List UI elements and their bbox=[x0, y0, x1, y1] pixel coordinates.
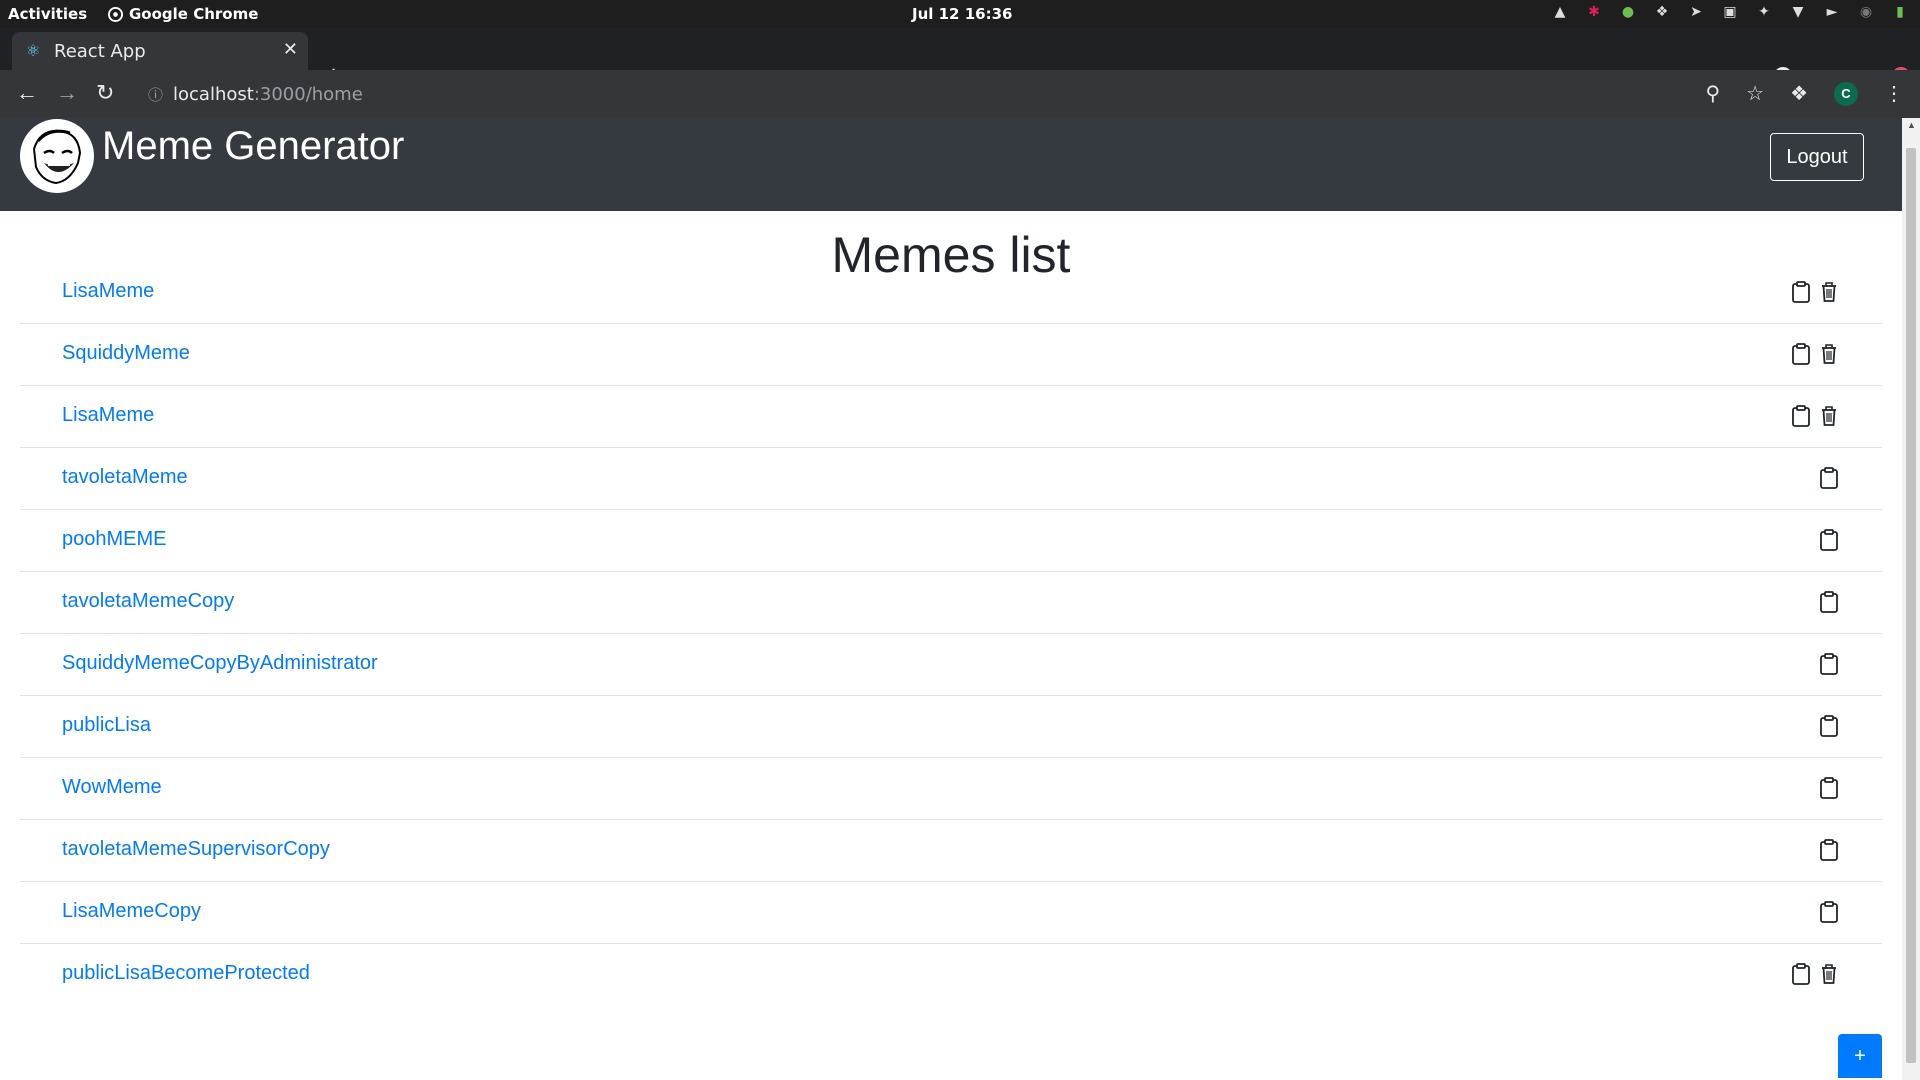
clipboard-icon[interactable] bbox=[1818, 590, 1840, 614]
clipboard-icon[interactable] bbox=[1818, 776, 1840, 800]
meme-link[interactable]: LisaMeme bbox=[62, 280, 154, 303]
meme-link[interactable]: SquiddyMeme bbox=[62, 342, 190, 365]
clipboard-icon[interactable] bbox=[1790, 342, 1812, 366]
meme-actions bbox=[1818, 838, 1840, 862]
add-meme-button[interactable]: + bbox=[1838, 1034, 1882, 1078]
clipboard-icon[interactable] bbox=[1818, 838, 1840, 862]
clock[interactable]: Jul 12 16:36 bbox=[912, 5, 1012, 23]
activities-button[interactable]: Activities bbox=[8, 5, 87, 23]
reload-icon[interactable]: ↻ bbox=[96, 82, 114, 104]
clipboard-icon[interactable] bbox=[1790, 404, 1812, 428]
profile-avatar[interactable]: C bbox=[1834, 81, 1858, 106]
site-info-icon[interactable]: ⓘ bbox=[148, 86, 163, 104]
forward-arrow-icon[interactable]: → bbox=[56, 82, 78, 104]
logout-button[interactable]: Logout bbox=[1770, 133, 1864, 181]
meme-link[interactable]: SquiddyMemeCopyByAdministrator bbox=[62, 652, 378, 675]
meme-link[interactable]: tavoletaMemeSupervisorCopy bbox=[62, 838, 330, 861]
trash-icon[interactable] bbox=[1818, 280, 1840, 304]
address-bar-row: ← → ↻ ⓘ localhost:3000/home ⚲ ☆ ❖ C ⋮ bbox=[0, 70, 1920, 118]
battery-icon[interactable]: ▮ bbox=[1892, 4, 1908, 20]
clipboard-icon[interactable] bbox=[1790, 962, 1812, 986]
url-field[interactable]: ⓘ localhost:3000/home bbox=[148, 84, 363, 105]
meme-link[interactable]: LisaMemeCopy bbox=[62, 900, 201, 923]
meme-row: poohMEME bbox=[20, 510, 1882, 572]
back-arrow-icon[interactable]: ← bbox=[16, 82, 38, 104]
slack-icon[interactable]: ✱ bbox=[1586, 4, 1602, 20]
meme-row: LisaMeme bbox=[20, 262, 1882, 324]
wifi-icon[interactable]: ▼ bbox=[1790, 4, 1806, 20]
meme-actions bbox=[1790, 342, 1840, 366]
app-menu[interactable]: Google Chrome bbox=[108, 5, 258, 23]
status-green-icon[interactable]: ● bbox=[1620, 4, 1636, 20]
meme-link[interactable]: tavoletaMeme bbox=[62, 466, 188, 489]
app-navbar: Meme Generator Logout bbox=[0, 118, 1902, 211]
url-path: :3000/home bbox=[253, 84, 363, 105]
close-tab-icon[interactable]: ✕ bbox=[283, 39, 298, 60]
meme-actions bbox=[1790, 404, 1840, 428]
scroll-thumb[interactable] bbox=[1906, 148, 1916, 1063]
display-icon[interactable]: ▣ bbox=[1722, 4, 1738, 20]
extensions-icon[interactable]: ❖ bbox=[1790, 81, 1808, 106]
meme-row: tavoletaMemeSupervisorCopy bbox=[20, 820, 1882, 882]
toolbar-right: ⚲ ☆ ❖ C ⋮ bbox=[1705, 81, 1904, 106]
meme-link[interactable]: tavoletaMemeCopy bbox=[62, 590, 234, 613]
telegram-icon[interactable]: ➤ bbox=[1688, 4, 1704, 20]
meme-row: LisaMeme bbox=[20, 386, 1882, 448]
chrome-icon bbox=[108, 6, 123, 22]
meme-row: LisaMemeCopy bbox=[20, 882, 1882, 944]
trash-icon[interactable] bbox=[1818, 962, 1840, 986]
clipboard-icon[interactable] bbox=[1818, 652, 1840, 676]
meme-link[interactable]: publicLisa bbox=[62, 714, 151, 737]
microphone-icon[interactable]: ◉ bbox=[1858, 4, 1874, 20]
vpn-icon[interactable]: ▲ bbox=[1552, 4, 1568, 20]
system-top-bar: Activities Google Chrome Jul 12 16:36 ▲ … bbox=[0, 0, 1920, 28]
meme-actions bbox=[1818, 714, 1840, 738]
scroll-up-icon[interactable]: ▲ bbox=[1907, 120, 1916, 130]
meme-list: LisaMeme SquiddyMeme LisaMeme tavoletaMeme p… bbox=[20, 262, 1882, 1005]
url-host: localhost bbox=[173, 84, 254, 105]
react-icon: ⚛ bbox=[26, 41, 41, 60]
meme-actions bbox=[1818, 590, 1840, 614]
clipboard-icon[interactable] bbox=[1790, 280, 1812, 304]
meme-actions bbox=[1818, 466, 1840, 490]
tab-strip: ⚛ React App ✕ + ▼ – ↗ ✕ bbox=[0, 28, 1920, 88]
page-scrollbar[interactable]: ▲ bbox=[1902, 118, 1920, 1080]
meme-actions bbox=[1818, 776, 1840, 800]
system-tray: ▲ ✱ ● ❖ ➤ ▣ ✦ ▼ ► ◉ ▮ bbox=[1552, 4, 1908, 20]
brand-title[interactable]: Meme Generator bbox=[102, 124, 404, 169]
volume-icon[interactable]: ► bbox=[1824, 4, 1840, 20]
accessibility-icon[interactable]: ✦ bbox=[1756, 4, 1772, 20]
menu-kebab-icon[interactable]: ⋮ bbox=[1884, 81, 1904, 106]
meme-row: publicLisa bbox=[20, 696, 1882, 758]
app-name: Google Chrome bbox=[129, 5, 259, 23]
page-viewport: Meme Generator Logout Memes list LisaMem… bbox=[0, 118, 1920, 1080]
meme-row: publicLisaBecomeProtected bbox=[20, 944, 1882, 1005]
meme-link[interactable]: poohMEME bbox=[62, 528, 167, 551]
meme-link[interactable]: publicLisaBecomeProtected bbox=[62, 962, 310, 985]
meme-actions bbox=[1790, 280, 1840, 304]
clipboard-icon[interactable] bbox=[1818, 466, 1840, 490]
troll-face-logo-icon[interactable] bbox=[20, 119, 94, 193]
meme-row: tavoletaMeme bbox=[20, 448, 1882, 510]
tab-title: React App bbox=[54, 41, 146, 62]
clipboard-icon[interactable] bbox=[1818, 714, 1840, 738]
meme-actions bbox=[1818, 900, 1840, 924]
meme-link[interactable]: LisaMeme bbox=[62, 404, 154, 427]
meme-actions bbox=[1790, 962, 1840, 986]
meme-row: WowMeme bbox=[20, 758, 1882, 820]
dropbox-icon[interactable]: ❖ bbox=[1654, 4, 1670, 20]
trash-icon[interactable] bbox=[1818, 404, 1840, 428]
meme-row: SquiddyMeme bbox=[20, 324, 1882, 386]
clipboard-icon[interactable] bbox=[1818, 900, 1840, 924]
tab-react-app[interactable]: ⚛ React App ✕ bbox=[12, 32, 308, 70]
star-icon[interactable]: ☆ bbox=[1746, 81, 1764, 106]
meme-row: SquiddyMemeCopyByAdministrator bbox=[20, 634, 1882, 696]
meme-link[interactable]: WowMeme bbox=[62, 776, 162, 799]
key-icon[interactable]: ⚲ bbox=[1705, 81, 1720, 106]
trash-icon[interactable] bbox=[1818, 342, 1840, 366]
meme-actions bbox=[1818, 652, 1840, 676]
meme-row: tavoletaMemeCopy bbox=[20, 572, 1882, 634]
clipboard-icon[interactable] bbox=[1818, 528, 1840, 552]
meme-actions bbox=[1818, 528, 1840, 552]
